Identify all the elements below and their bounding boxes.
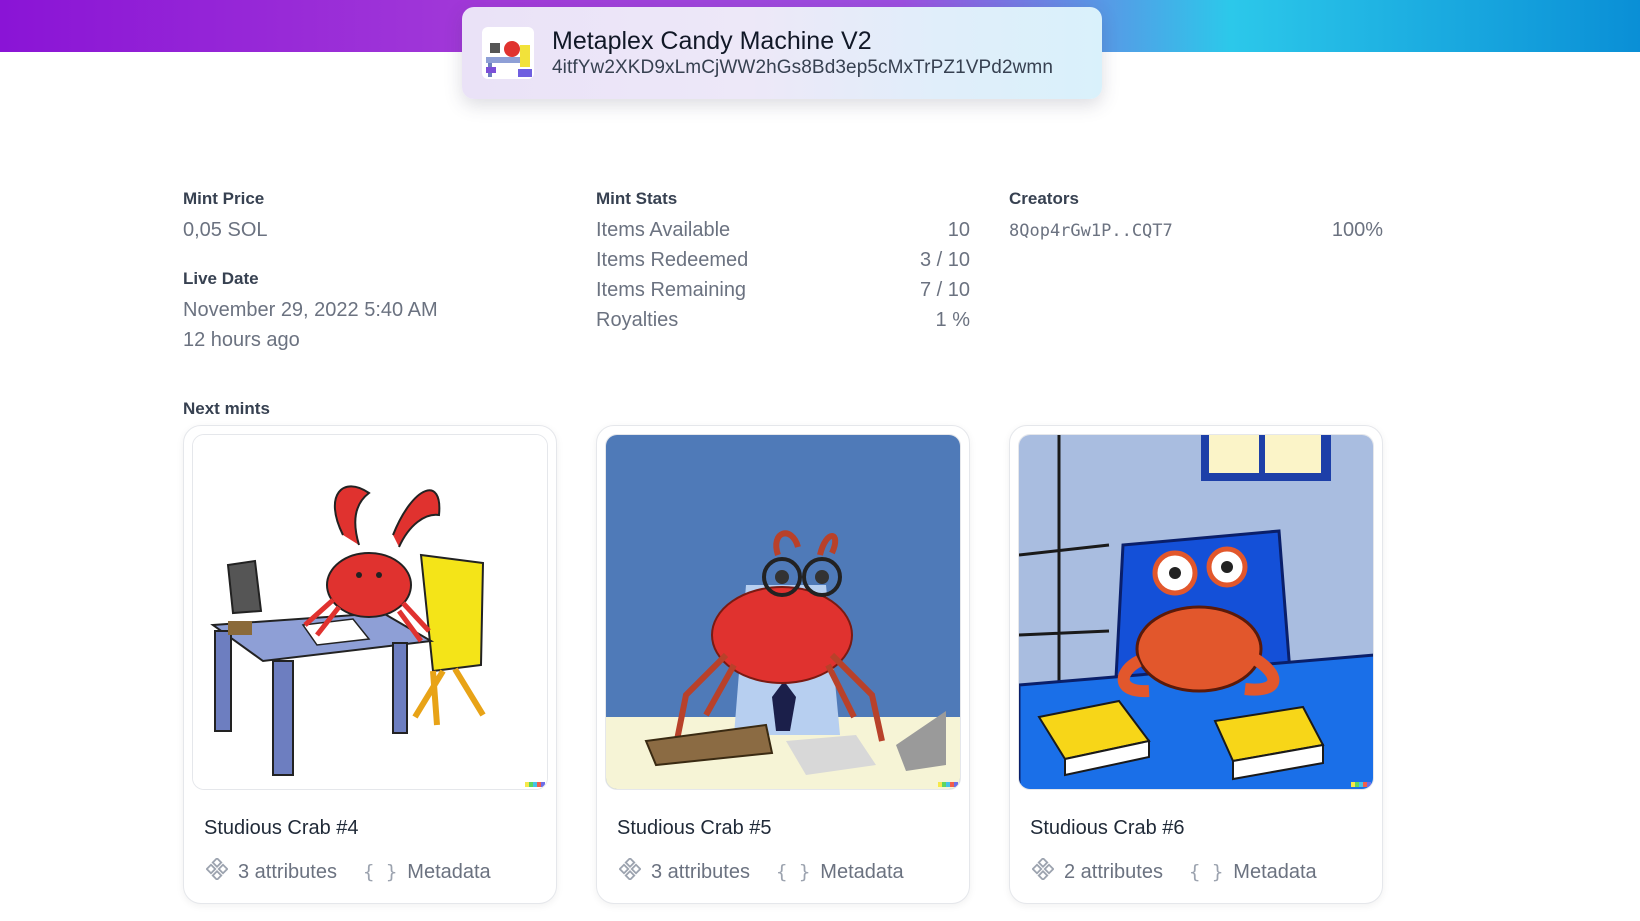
braces-icon: { } [775,861,811,883]
attributes-count: 2 attributes [1064,860,1163,883]
nft-name: Studious Crab #5 [617,817,772,839]
stat-row-items-redeemed: Items Redeemed 3 / 10 [596,249,970,272]
stat-value: 1 % [935,309,970,331]
nft-card[interactable]: Studious Crab #6 2 attributes { } Metada… [1009,425,1383,904]
stat-value: 10 [947,219,970,241]
mint-price-value: 0,05 SOL [183,219,268,241]
nft-card[interactable]: Studious Crab #5 3 attributes { } Metada… [596,425,970,904]
creator-row: 8Qop4rGw1P..CQT7 100% [1009,219,1383,242]
creators-label: Creators [1009,189,1079,208]
mint-price-label: Mint Price [183,189,265,208]
nft-image-crab-at-desk [192,434,548,790]
attributes-link[interactable]: 3 attributes [205,856,337,886]
stat-value: 3 / 10 [919,249,970,271]
page-title: Metaplex Candy Machine V2 [552,27,872,55]
metadata-link[interactable]: { } Metadata [1189,861,1317,884]
metadata-label: Metadata [820,860,904,883]
stat-label: Items Available [596,219,731,241]
attributes-count: 3 attributes [651,860,750,883]
collection-thumbnail [482,27,534,79]
nft-name: Studious Crab #6 [1030,817,1185,839]
live-date-label: Live Date [183,269,259,288]
metadata-link[interactable]: { } Metadata [776,861,904,884]
next-mints-label: Next mints [183,399,270,418]
attributes-count: 3 attributes [238,860,337,883]
attributes-link[interactable]: 3 attributes [618,856,750,886]
live-date-value: November 29, 2022 5:40 AM [183,299,438,321]
nft-meta: 3 attributes { } Metadata [205,856,491,886]
nft-name: Studious Crab #4 [204,817,359,839]
generator-watermark [1351,782,1371,787]
attributes-icon [205,856,229,886]
stat-row-royalties: Royalties 1 % [596,309,970,332]
nft-meta: 2 attributes { } Metadata [1031,856,1317,886]
metadata-link[interactable]: { } Metadata [363,861,491,884]
stat-label: Items Remaining [596,279,747,301]
nft-meta: 3 attributes { } Metadata [618,856,904,886]
stat-row-items-remaining: Items Remaining 7 / 10 [596,279,970,302]
stat-label: Items Redeemed [596,249,749,271]
generator-watermark [938,782,958,787]
braces-icon: { } [362,861,398,883]
nft-card[interactable]: Studious Crab #4 3 attributes { } Metada… [183,425,557,904]
attributes-link[interactable]: 2 attributes [1031,856,1163,886]
nft-image-crab-with-glasses [605,434,961,790]
stat-label: Royalties [596,309,679,331]
metadata-label: Metadata [1233,860,1317,883]
braces-icon: { } [1188,861,1224,883]
live-date-relative: 12 hours ago [183,329,300,351]
attributes-icon [1031,856,1055,886]
stat-value: 7 / 10 [919,279,970,301]
nft-image-crab-with-books [1018,434,1374,790]
creator-address[interactable]: 8Qop4rGw1P..CQT7 [1009,221,1173,241]
mint-stats-label: Mint Stats [596,189,678,208]
candy-machine-header: Metaplex Candy Machine V2 4itfYw2XKD9xLm… [462,7,1102,99]
generator-watermark [525,782,545,787]
creator-share: 100% [1331,219,1383,241]
candy-machine-address[interactable]: 4itfYw2XKD9xLmCjWW2hGs8Bd3ep5cMxTrPZ1VPd… [552,56,1053,80]
metadata-label: Metadata [407,860,491,883]
attributes-icon [618,856,642,886]
stat-row-items-available: Items Available 10 [596,219,970,242]
